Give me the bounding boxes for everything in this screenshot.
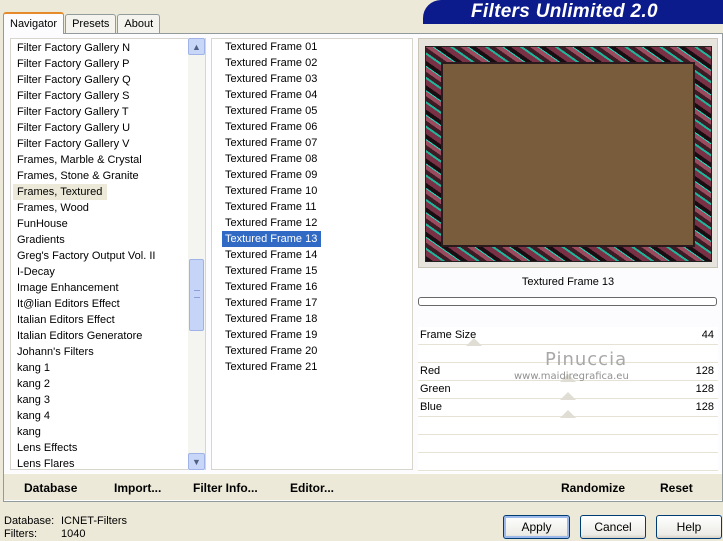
help-button[interactable]: Help <box>656 515 722 539</box>
category-list-item[interactable]: Filter Factory Gallery N <box>13 40 191 56</box>
category-list-item[interactable]: Frames, Marble & Crystal <box>13 152 191 168</box>
category-list-item[interactable]: Frames, Stone & Granite <box>13 168 191 184</box>
category-list-item[interactable]: I-Decay <box>13 264 191 280</box>
param-value: 128 <box>695 383 714 395</box>
slider-thumb-icon[interactable] <box>560 392 576 400</box>
category-list-item[interactable]: kang 1 <box>13 360 191 376</box>
tab-navigator[interactable]: Navigator <box>3 12 65 34</box>
filter-list-item[interactable]: Textured Frame 04 <box>212 87 321 103</box>
filter-info-link[interactable]: Filter Info... <box>193 481 258 495</box>
import-link[interactable]: Import... <box>114 481 161 495</box>
scroll-down-button[interactable]: ▼ <box>188 453 205 470</box>
database-status-value: ICNET-Filters <box>61 515 127 527</box>
watermark-site: www.maidiregrafica.eu <box>514 371 629 382</box>
category-list-item[interactable]: Filter Factory Gallery S <box>13 88 191 104</box>
category-list-item[interactable]: Greg's Factory Output Vol. II <box>13 248 191 264</box>
category-list-item[interactable]: Filter Factory Gallery Q <box>13 72 191 88</box>
category-list-item[interactable]: kang <box>13 424 191 440</box>
filter-list-item[interactable]: Textured Frame 15 <box>212 263 321 279</box>
category-list-item[interactable]: Image Enhancement <box>13 280 191 296</box>
filter-list-item[interactable]: Textured Frame 17 <box>212 295 321 311</box>
chevron-up-icon: ▲ <box>192 41 201 52</box>
filter-list[interactable]: Textured Frame 01 Textured Frame 02 Textur… <box>211 38 413 470</box>
filter-list-item[interactable]: Textured Frame 10 <box>212 183 321 199</box>
category-list-item[interactable]: kang 4 <box>13 408 191 424</box>
filter-list-item[interactable]: Textured Frame 19 <box>212 327 321 343</box>
filter-list-item[interactable]: Textured Frame 02 <box>212 55 321 71</box>
database-link[interactable]: Database <box>24 481 77 495</box>
category-list-item[interactable]: Filter Factory Gallery P <box>13 56 191 72</box>
filter-list-item[interactable]: Textured Frame 13 <box>222 231 322 247</box>
category-list-item[interactable]: kang 2 <box>13 376 191 392</box>
category-list[interactable]: Filter Factory Gallery N Filter Factory G… <box>10 38 206 470</box>
filter-list-item[interactable]: Textured Frame 01 <box>212 39 321 55</box>
filter-list-item[interactable]: Textured Frame 06 <box>212 119 321 135</box>
param-empty-row <box>418 435 718 453</box>
param-value: 128 <box>695 401 714 413</box>
category-list-item[interactable]: Lens Flares <box>13 456 191 469</box>
filter-list-item[interactable]: Textured Frame 03 <box>212 71 321 87</box>
category-list-item[interactable]: Filter Factory Gallery T <box>13 104 191 120</box>
slider-thumb-icon[interactable] <box>560 410 576 418</box>
filters-status-value: 1040 <box>61 528 86 540</box>
param-frame-size[interactable]: Frame Size 44 <box>418 327 718 345</box>
category-list-item[interactable]: FunHouse <box>13 216 191 232</box>
scroll-up-button[interactable]: ▲ <box>188 38 205 55</box>
cancel-button[interactable]: Cancel <box>580 515 646 539</box>
scroll-thumb[interactable] <box>189 259 204 331</box>
preview-image-fill <box>443 64 693 245</box>
bottom-toolbar: Database Import... Filter Info... Editor… <box>4 473 722 500</box>
filter-list-item[interactable]: Textured Frame 07 <box>212 135 321 151</box>
app-title-banner: Filters Unlimited 2.0 <box>423 0 723 24</box>
category-list-item[interactable]: Lens Effects <box>13 440 191 456</box>
category-list-item[interactable]: Gradients <box>13 232 191 248</box>
category-list-item[interactable]: Johann's Filters <box>13 344 191 360</box>
category-list-item[interactable]: It@lian Editors Effect <box>13 296 191 312</box>
chevron-down-icon: ▼ <box>192 456 201 467</box>
filters-status-label: Filters: <box>4 528 37 540</box>
filter-list-item[interactable]: Textured Frame 16 <box>212 279 321 295</box>
filter-list-item[interactable]: Textured Frame 20 <box>212 343 321 359</box>
category-list-item[interactable]: Filter Factory Gallery U <box>13 120 191 136</box>
param-empty-row <box>418 410 718 435</box>
slider-thumb-icon[interactable] <box>466 338 482 346</box>
randomize-link[interactable]: Randomize <box>561 481 625 495</box>
filter-list-item[interactable]: Textured Frame 18 <box>212 311 321 327</box>
category-list-item[interactable]: Filter Factory Gallery V <box>13 136 191 152</box>
tab-presets[interactable]: Presets <box>65 14 117 33</box>
filter-list-item[interactable]: Textured Frame 05 <box>212 103 321 119</box>
param-empty-row <box>418 453 718 471</box>
category-list-item[interactable]: Italian Editors Effect <box>13 312 191 328</box>
filter-list-item[interactable]: Textured Frame 21 <box>212 359 321 375</box>
editor-link[interactable]: Editor... <box>290 481 334 495</box>
filter-list-item[interactable]: Textured Frame 14 <box>212 247 321 263</box>
apply-button[interactable]: Apply <box>503 515 570 539</box>
current-filter-name: Textured Frame 13 <box>521 276 615 288</box>
param-value: 44 <box>701 329 714 341</box>
category-scrollbar[interactable]: ▲ ▼ <box>188 38 205 470</box>
param-value: 128 <box>695 365 714 377</box>
category-list-item[interactable]: Italian Editors Generatore <box>13 328 191 344</box>
filter-list-item[interactable]: Textured Frame 12 <box>212 215 321 231</box>
filter-list-item[interactable]: Textured Frame 09 <box>212 167 321 183</box>
category-list-item[interactable]: Frames, Textured <box>13 184 108 200</box>
param-label: Red <box>420 365 441 377</box>
filter-list-item[interactable]: Textured Frame 11 <box>212 199 321 215</box>
tab-strip: Navigator Presets About <box>3 11 161 34</box>
watermark-name: Pinuccia <box>545 349 628 370</box>
category-list-item[interactable]: kang 3 <box>13 392 191 408</box>
progress-bar <box>418 297 717 306</box>
reset-link[interactable]: Reset <box>660 481 693 495</box>
grip-icon <box>194 290 200 298</box>
category-list-item[interactable]: Frames, Wood <box>13 200 191 216</box>
filter-list-item[interactable]: Textured Frame 08 <box>212 151 321 167</box>
tab-about[interactable]: About <box>117 14 161 33</box>
param-label: Green <box>420 383 451 395</box>
database-status-label: Database: <box>4 515 55 527</box>
param-label: Blue <box>420 401 443 413</box>
